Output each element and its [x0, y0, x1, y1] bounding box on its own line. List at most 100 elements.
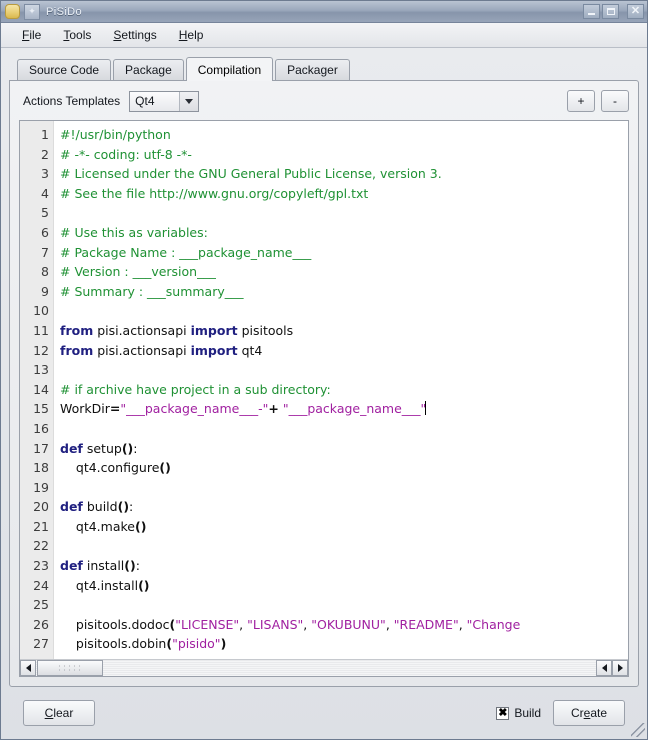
tab-source-code[interactable]: Source Code — [17, 59, 112, 80]
application-window: ✦ PiSiDo ✕ File Tools Settings Help Sour… — [0, 0, 648, 740]
code-line: # Use this as variables: — [60, 224, 208, 240]
maximize-icon — [606, 8, 615, 15]
tab-compilation[interactable]: Compilation — [185, 57, 274, 81]
code-line: # Summary : ___summary___ — [60, 283, 244, 299]
resize-grip[interactable] — [631, 723, 645, 737]
line-number: 16 — [33, 420, 49, 436]
tab-package[interactable]: Package — [113, 59, 184, 80]
arrow-right-icon — [617, 664, 623, 672]
menu-tools[interactable]: Tools — [52, 26, 102, 44]
actions-templates-label: Actions Templates — [23, 94, 121, 108]
line-number: 11 — [33, 322, 49, 338]
line-number: 14 — [33, 381, 49, 397]
line-number: 12 — [33, 342, 49, 358]
menu-tools-rest: ools — [69, 28, 92, 42]
title-bar: ✦ PiSiDo ✕ — [1, 1, 647, 23]
line-number: 20 — [33, 499, 49, 515]
line-number: 3 — [41, 166, 49, 182]
actions-templates-value: Qt4 — [135, 94, 155, 108]
window-menu-icon[interactable]: ✦ — [24, 3, 40, 20]
bottom-action-bar: Clear ✖ Build Cr e ate — [9, 687, 639, 739]
tab-page-compilation: Actions Templates Qt4 + - 1 2 3 4 5 6 7 8 9 10 11 1… — [9, 80, 639, 687]
line-number: 9 — [41, 283, 49, 299]
code-line: from pisi.actionsapi import qt4 — [60, 342, 263, 358]
line-number: 25 — [33, 597, 49, 613]
line-number: 22 — [33, 538, 49, 554]
code-editor-body: 1 2 3 4 5 6 7 8 9 10 11 12 13 14 15 16 17 18 19 20 21 22 23 24 2… — [20, 121, 628, 659]
close-button[interactable]: ✕ — [627, 4, 644, 19]
code-line: WorkDir="___package_name___-"+ "___packa… — [60, 401, 427, 417]
build-checkbox[interactable]: ✖ — [496, 706, 510, 720]
line-number: 19 — [33, 479, 49, 495]
actions-templates-row: Actions Templates Qt4 + - — [19, 89, 629, 113]
scroll-left-button[interactable] — [20, 660, 36, 676]
code-line: pisitools.dobin("pisido") — [60, 636, 227, 652]
menu-help-rest: elp — [187, 28, 204, 42]
line-number: 26 — [33, 616, 49, 632]
line-number: 7 — [41, 244, 49, 260]
menu-settings-rest: ettings — [121, 28, 157, 42]
maximize-button[interactable] — [602, 4, 619, 19]
tab-bar: Source Code Package Compilation Packager — [9, 56, 639, 81]
grip-dots-icon — [57, 663, 83, 673]
create-button[interactable]: Cr e ate — [553, 700, 625, 726]
code-line: qt4.make() — [60, 518, 147, 534]
clear-button[interactable]: Clear — [23, 700, 95, 726]
tab-packager[interactable]: Packager — [275, 59, 350, 80]
code-line: qt4.configure() — [60, 460, 171, 476]
line-number: 18 — [33, 460, 49, 476]
arrow-left-icon — [601, 664, 607, 672]
menu-file[interactable]: File — [11, 26, 52, 44]
line-number: 2 — [41, 146, 49, 162]
menu-settings[interactable]: Settings — [102, 26, 167, 44]
line-number: 8 — [41, 264, 49, 280]
line-number: 24 — [33, 577, 49, 593]
scroll-right-button[interactable] — [612, 660, 628, 676]
code-line: # Licensed under the GNU General Public … — [60, 166, 442, 182]
code-line: # if archive have project in a sub direc… — [60, 381, 331, 397]
code-line: def install(): — [60, 558, 140, 574]
scroll-left-button-right-pair[interactable] — [596, 660, 612, 676]
line-number: 21 — [33, 518, 49, 534]
chevron-down-icon[interactable] — [179, 91, 199, 111]
line-number: 17 — [33, 440, 49, 456]
create-button-mnemonic: e — [583, 706, 591, 720]
close-icon: ✕ — [630, 5, 641, 17]
create-button-pre: Cr — [570, 706, 584, 720]
menu-file-rest: ile — [29, 28, 42, 42]
line-number: 1 — [41, 127, 49, 142]
actions-templates-combobox[interactable]: Qt4 — [129, 90, 200, 112]
create-button-rest: ate — [590, 706, 608, 720]
horizontal-scrollbar[interactable] — [20, 659, 628, 676]
line-number: 5 — [41, 205, 49, 221]
line-number: 27 — [33, 636, 49, 652]
minimize-button[interactable] — [583, 4, 600, 19]
horizontal-scrollbar-track[interactable] — [104, 660, 596, 676]
line-number: 4 — [41, 185, 49, 201]
clear-button-mnemonic: C — [44, 706, 54, 720]
code-line: # See the file http://www.gnu.org/copyle… — [60, 185, 369, 201]
menu-help[interactable]: Help — [168, 26, 215, 44]
code-line: from pisi.actionsapi import pisitools — [60, 322, 294, 338]
line-number: 23 — [33, 558, 49, 574]
code-line: def setup(): — [60, 440, 138, 456]
line-number: 10 — [33, 303, 49, 319]
build-checkbox-group[interactable]: ✖ Build — [496, 706, 541, 720]
central-panel: Source Code Package Compilation Packager… — [1, 48, 647, 739]
code-line: #!/usr/bin/python — [60, 127, 171, 142]
code-text-area[interactable]: #!/usr/bin/python # -*- coding: utf-8 -*-… — [54, 121, 628, 659]
line-number: 15 — [33, 401, 49, 417]
remove-template-button[interactable]: - — [601, 90, 629, 112]
horizontal-scrollbar-thumb[interactable] — [37, 660, 103, 676]
package-icon — [5, 4, 20, 19]
line-number: 13 — [33, 362, 49, 378]
code-line: qt4.install() — [60, 577, 150, 593]
code-line: # -*- coding: utf-8 -*- — [60, 146, 192, 162]
add-template-button[interactable]: + — [567, 90, 595, 112]
